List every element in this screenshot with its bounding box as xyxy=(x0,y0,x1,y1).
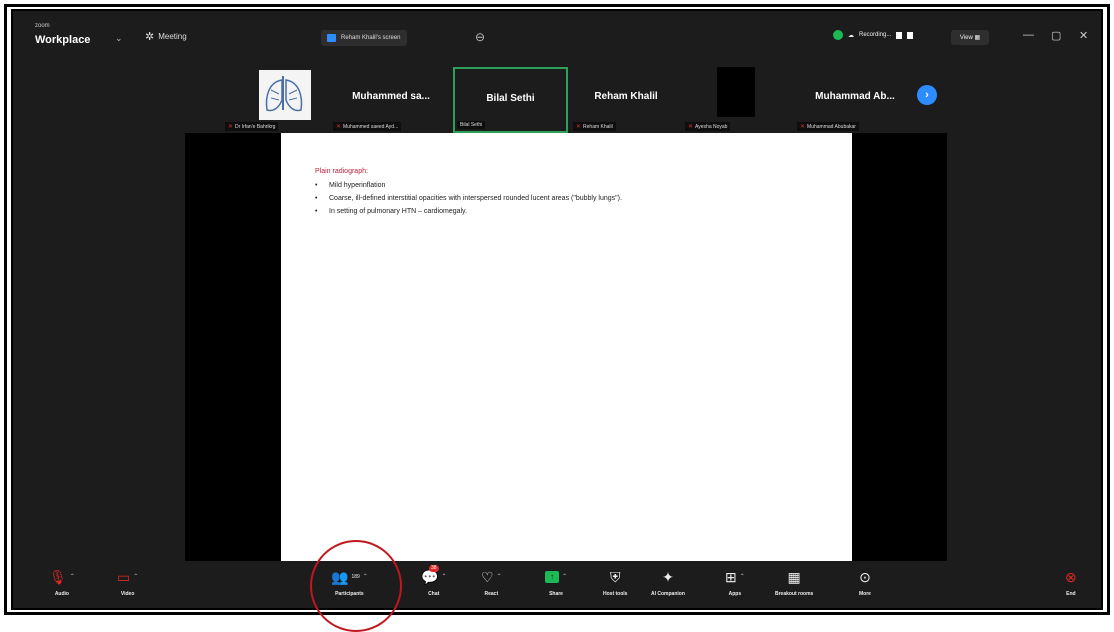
participant-label: ✕ Muhammed saeed Ayd... xyxy=(333,122,402,131)
recording-label: Recording... xyxy=(859,32,892,38)
screen-share-tab[interactable]: Reham Khalil's screen xyxy=(321,30,407,46)
share-button[interactable]: ↑ ⌃ Share xyxy=(545,569,567,597)
react-label: React xyxy=(484,591,499,597)
video-label: Video xyxy=(120,591,135,597)
participant-tile[interactable]: Muhammed sa... ✕ Muhammed saeed Ayd... xyxy=(331,67,451,133)
participant-strip: ✕ Dr Irfan'e Bahrikrg Muhammed sa... ✕ Muh… xyxy=(13,67,1101,133)
more-label: More xyxy=(859,591,871,597)
chevron-up-icon[interactable]: ⌃ xyxy=(133,569,138,585)
globe-icon[interactable]: ⊖ xyxy=(475,30,485,44)
view-button[interactable]: View ▦ xyxy=(951,30,989,45)
stop-icon[interactable] xyxy=(907,31,914,39)
chevron-up-icon[interactable]: ⌃ xyxy=(441,569,446,585)
sparkle-icon: ✦ xyxy=(662,569,674,585)
chat-button[interactable]: 💬 38 ⌃ Chat xyxy=(421,565,446,597)
video-button[interactable]: ▭ ⌃ Video xyxy=(117,569,138,597)
ai-companion-label: AI Companion xyxy=(651,591,685,597)
share-label: Share xyxy=(549,591,563,597)
video-off-icon: ▭ xyxy=(117,569,131,585)
pause-icon[interactable] xyxy=(896,31,903,39)
share-screen-icon: ↑ xyxy=(545,571,559,583)
breakout-rooms-button[interactable]: ▦ Breakout rooms xyxy=(775,569,813,597)
participant-tile[interactable]: Reham Khalil ✕ Reham Khalil xyxy=(571,67,681,133)
slide-bullet: In setting of pulmonary HTN – cardiomega… xyxy=(315,207,795,217)
cloud-icon: ☁ xyxy=(848,32,854,39)
brand-small: zoom xyxy=(35,23,50,29)
slide-bullet: Mild hyperinflation xyxy=(315,181,795,191)
participant-label: ✕ Muhammad Abubakar xyxy=(797,122,859,131)
chevron-up-icon[interactable]: ⌃ xyxy=(497,569,502,585)
slide-heading: Plain radiograph: xyxy=(315,168,368,175)
participant-label: ✕ Reham Khalil xyxy=(573,122,616,131)
react-button[interactable]: ♡ ⌃ React xyxy=(481,569,502,597)
participant-tile[interactable]: Muhammad Ab... ✕ Muhammad Abubakar xyxy=(795,67,915,133)
end-button[interactable]: ⊗ End xyxy=(1065,569,1077,597)
ai-companion-button[interactable]: ✦ AI Companion xyxy=(651,569,685,597)
zoom-window: zoom Workplace ⌄ ✲ Meeting Reham Khalil'… xyxy=(11,9,1103,610)
mic-muted-icon: ✕ xyxy=(336,124,342,130)
participant-tile[interactable]: ✕ Dr Irfan'e Bahrikrg xyxy=(223,67,327,133)
more-button[interactable]: ⊙ More xyxy=(859,569,871,597)
participant-name: Reham Khalil xyxy=(594,91,658,102)
shield-icon xyxy=(833,30,843,40)
annotation-circle xyxy=(310,540,402,632)
more-icon: ⊙ xyxy=(859,569,871,585)
apps-icon: ⊞ xyxy=(725,569,737,585)
audio-label: Audio xyxy=(54,591,69,597)
shield-icon: ⛨ xyxy=(609,569,621,585)
apps-button[interactable]: ⊞ ⌃ Apps xyxy=(725,569,745,597)
participant-video xyxy=(717,67,755,117)
recording-indicator[interactable]: ☁ Recording... xyxy=(833,30,914,40)
breakout-rooms-icon: ▦ xyxy=(787,569,801,585)
participant-label: Bilal Sethi xyxy=(457,121,486,129)
chat-badge: 38 xyxy=(429,565,439,572)
maximize-icon[interactable]: ▢ xyxy=(1051,29,1061,42)
heart-icon: ♡ xyxy=(481,569,494,585)
meeting-toolbar: 🎙 ⌃ Audio ▭ ⌃ Video 👥 189 ⌃ Participants 💬 38… xyxy=(13,561,1101,608)
participant-label: ✕ Ayesha Noyab xyxy=(685,122,731,131)
chevron-up-icon[interactable]: ⌃ xyxy=(70,569,75,585)
participant-tile-active[interactable]: Bilal Sethi Bilal Sethi xyxy=(453,67,568,133)
app-brand: zoom Workplace xyxy=(35,23,90,48)
title-bar: zoom Workplace ⌄ ✲ Meeting Reham Khalil'… xyxy=(13,11,1101,67)
screen-share-label: Reham Khalil's screen xyxy=(341,35,401,41)
mic-muted-icon: ✕ xyxy=(688,124,694,130)
participant-name: Muhammed sa... xyxy=(352,91,430,102)
mic-muted-icon: ✕ xyxy=(576,124,582,130)
chevron-up-icon[interactable]: ⌃ xyxy=(562,569,567,585)
meeting-label: Meeting xyxy=(158,32,187,41)
lungs-xray-image xyxy=(259,70,311,120)
minimize-icon[interactable]: — xyxy=(1023,29,1034,41)
meeting-menu[interactable]: ✲ Meeting xyxy=(145,30,187,43)
slide-bullet: Coarse, ill-defined interstitial opaciti… xyxy=(315,194,795,204)
slide-bullets: Mild hyperinflation Coarse, ill-defined … xyxy=(315,181,795,220)
breakout-rooms-label: Breakout rooms xyxy=(775,591,814,597)
audio-button[interactable]: 🎙 ⌃ Audio xyxy=(49,569,75,597)
mic-muted-icon: ✕ xyxy=(228,124,234,130)
end-label: End xyxy=(1066,591,1076,597)
participant-name: Muhammad Ab... xyxy=(815,91,895,102)
close-icon[interactable]: ✕ xyxy=(1079,29,1088,42)
chat-label: Chat xyxy=(428,591,440,597)
next-page-icon[interactable]: › xyxy=(917,85,937,105)
apps-label: Apps xyxy=(728,591,742,597)
brand-name: Workplace xyxy=(35,34,91,46)
host-tools-button[interactable]: ⛨ Host tools xyxy=(603,569,627,597)
view-label: View xyxy=(959,34,973,41)
screen-share-icon xyxy=(327,34,336,42)
participant-label: ✕ Dr Irfan'e Bahrikrg xyxy=(225,122,279,131)
presentation-slide: Plain radiograph: Mild hyperinflation Co… xyxy=(281,133,852,561)
meeting-icon: ✲ xyxy=(145,31,155,43)
mic-muted-icon: ✕ xyxy=(800,124,806,130)
participant-name: Bilal Sethi xyxy=(486,93,535,104)
participant-tile[interactable]: ✕ Ayesha Noyab xyxy=(683,67,793,133)
host-tools-label: Host tools xyxy=(603,591,628,597)
end-call-icon: ⊗ xyxy=(1065,569,1077,585)
chevron-down-icon[interactable]: ⌄ xyxy=(115,33,123,44)
chevron-up-icon[interactable]: ⌃ xyxy=(740,569,745,585)
mic-muted-icon: 🎙 xyxy=(49,569,67,585)
